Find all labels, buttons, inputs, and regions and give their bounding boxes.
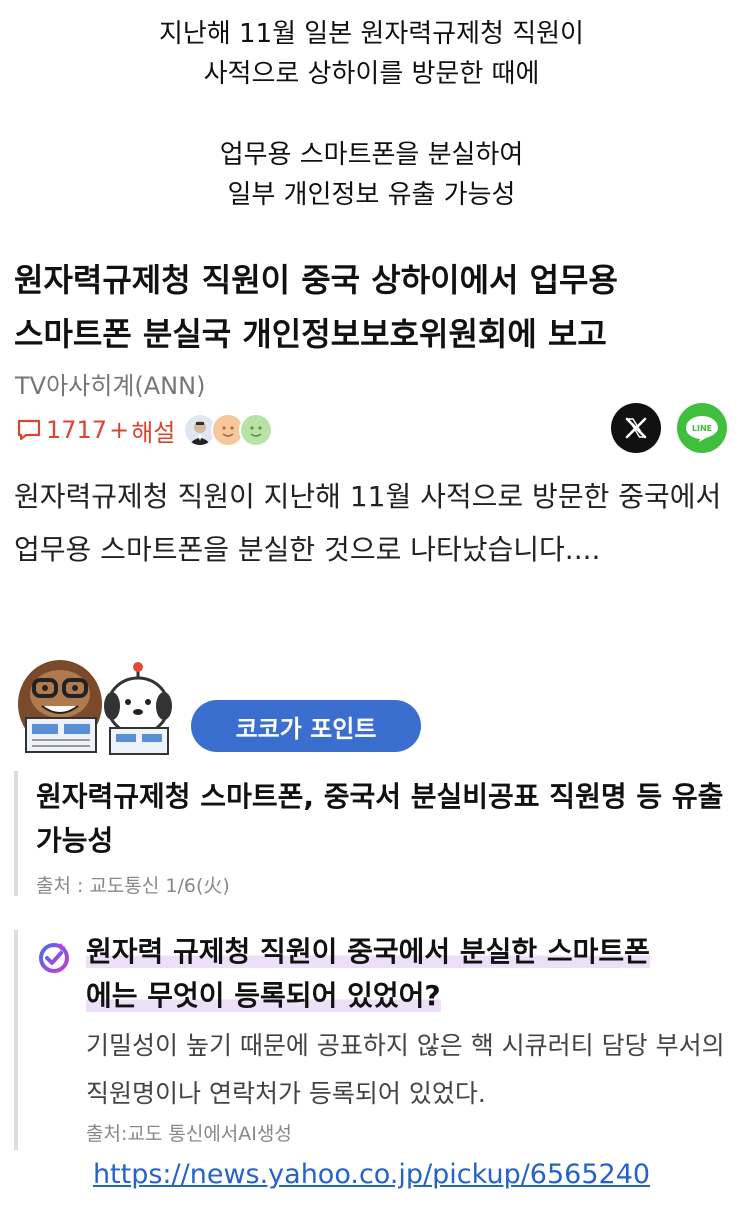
headline-line-1: 원자력규제청 직원이 중국 상하이에서 업무용	[14, 261, 618, 299]
commenter-avatars	[183, 413, 274, 447]
comment-row[interactable]: 1717 + 해설	[16, 410, 274, 450]
mascot-gorilla	[18, 660, 102, 753]
caption-line-1: 지난해 11월 일본 원자력규제청 직원이	[159, 19, 584, 49]
point-source: 출처 : 교도통신 1/6(火)	[36, 875, 230, 897]
caption-line-4: 일부 개인정보 유출 가능성	[227, 180, 516, 210]
comment-note: 해설	[131, 418, 176, 447]
headline-line-2: 스마트폰 분실국 개인정보보호위원회에 보고	[14, 315, 607, 353]
ai-question-line-1: 원자력 규제청 직원이 중국에서 분실한 스마트폰	[86, 935, 650, 968]
ai-answer: 기밀성이 높기 때문에 공표하지 않은 핵 시큐러티 담당 부서의 직원명이나 …	[86, 1031, 725, 1108]
ai-divider	[14, 930, 18, 1150]
article-summary[interactable]: 원자력규제청 직원이 지난해 11월 사적으로 방문한 중국에서 업무용 스마트…	[14, 470, 734, 576]
comment-plus: +	[109, 416, 130, 444]
share-x-button[interactable]	[611, 403, 661, 453]
mascot-robot-dog	[104, 662, 172, 755]
line-logo-icon: LINE	[686, 416, 718, 442]
ai-source: 출처:교도 통신에서AI생성	[86, 1123, 292, 1145]
ai-question[interactable]: 원자력 규제청 직원이 중국에서 분실한 스마트폰 에는 무엇이 등록되어 있었…	[86, 930, 736, 1018]
ai-check-icon	[39, 943, 69, 973]
point-title[interactable]: 원자력규제청 스마트폰, 중국서 분실비공표 직원명 등 유출 가능성	[36, 775, 726, 863]
comment-icon	[17, 419, 41, 441]
share-line-button[interactable]: LINE	[677, 403, 727, 453]
mascot-illustration	[18, 660, 172, 755]
ai-question-line-2: 에는 무엇이 등록되어 있었어?	[86, 979, 441, 1012]
comment-count: 1717	[46, 416, 108, 444]
article-source[interactable]: TV아사히계(ANN)	[15, 366, 205, 401]
line-logo-label: LINE	[692, 424, 712, 433]
caption-line-2: 사적으로 상하이를 방문한 때에	[203, 59, 540, 89]
kokoga-point-pill[interactable]: 코코가 포인트	[191, 700, 421, 752]
caption-line-3: 업무용 스마트폰을 분실하여	[219, 140, 524, 170]
x-logo-icon	[625, 417, 647, 439]
article-headline: 원자력규제청 직원이 중국 상하이에서 업무용 스마트폰 분실국 개인정보보호위…	[14, 253, 734, 361]
point-divider	[14, 771, 18, 896]
source-url-link[interactable]: https://news.yahoo.co.jp/pickup/6565240	[0, 1159, 743, 1190]
avatar	[239, 413, 274, 447]
